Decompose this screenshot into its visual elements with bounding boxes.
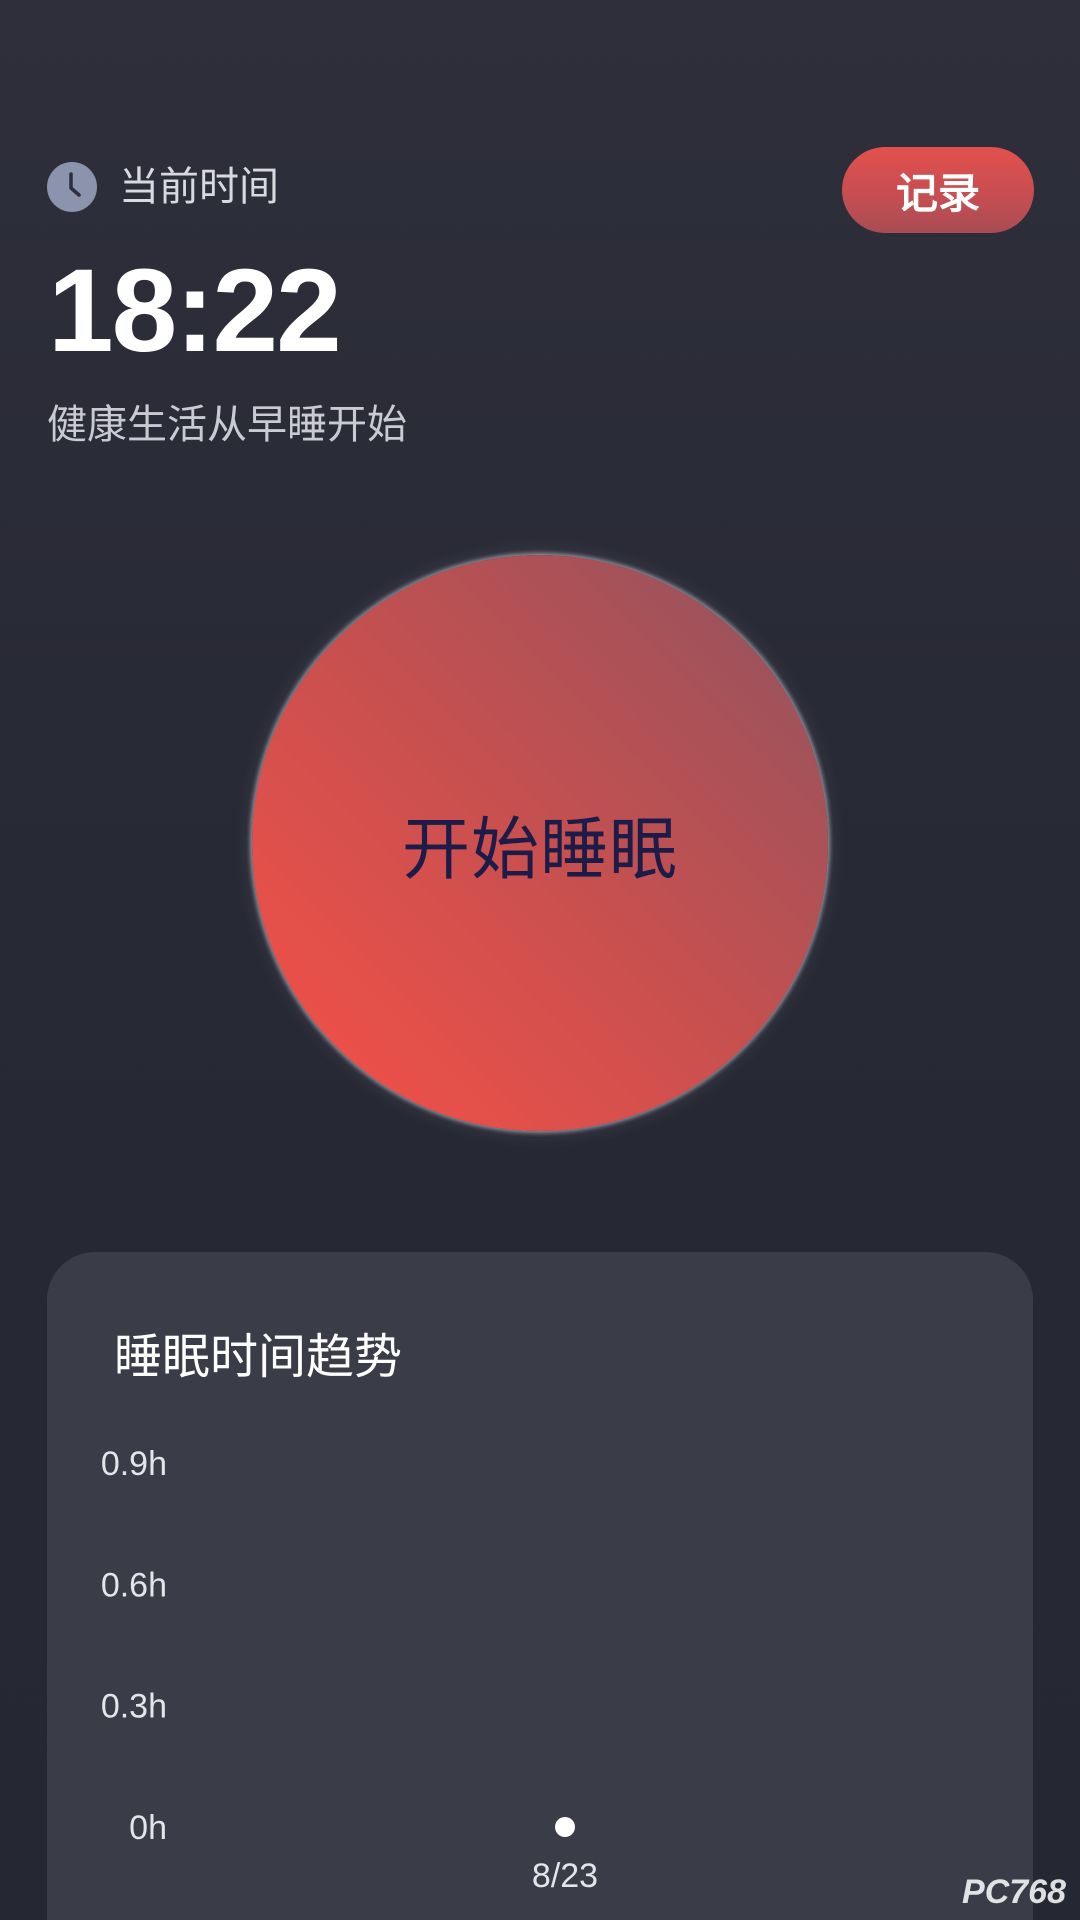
start-sleep-button[interactable]: 开始睡眠	[252, 555, 828, 1131]
start-sleep-label: 开始睡眠	[401, 810, 678, 890]
data-point	[555, 1817, 575, 1837]
y-tick-label: 0h	[129, 1809, 167, 1847]
current-time-label: 当前时间	[119, 164, 279, 210]
record-button[interactable]: 记录	[842, 147, 1034, 233]
y-tick-label: 0.9h	[101, 1445, 167, 1483]
current-time-header: 当前时间	[47, 162, 279, 212]
sleep-trend-card: 睡眠时间趋势 0h 0.3h 0.6h 0.9h 8/23	[47, 1252, 1033, 1920]
sleep-trend-chart: 0h 0.3h 0.6h 0.9h 8/23	[101, 1445, 598, 1895]
watermark-logo: PC768	[962, 1873, 1066, 1911]
current-time-value: 18:22	[48, 245, 342, 377]
y-tick-label: 0.3h	[101, 1688, 167, 1726]
y-tick-label: 0.6h	[101, 1566, 167, 1604]
clock-icon	[47, 162, 97, 212]
x-tick-label: 8/23	[532, 1857, 598, 1895]
slogan-text: 健康生活从早睡开始	[47, 402, 407, 448]
